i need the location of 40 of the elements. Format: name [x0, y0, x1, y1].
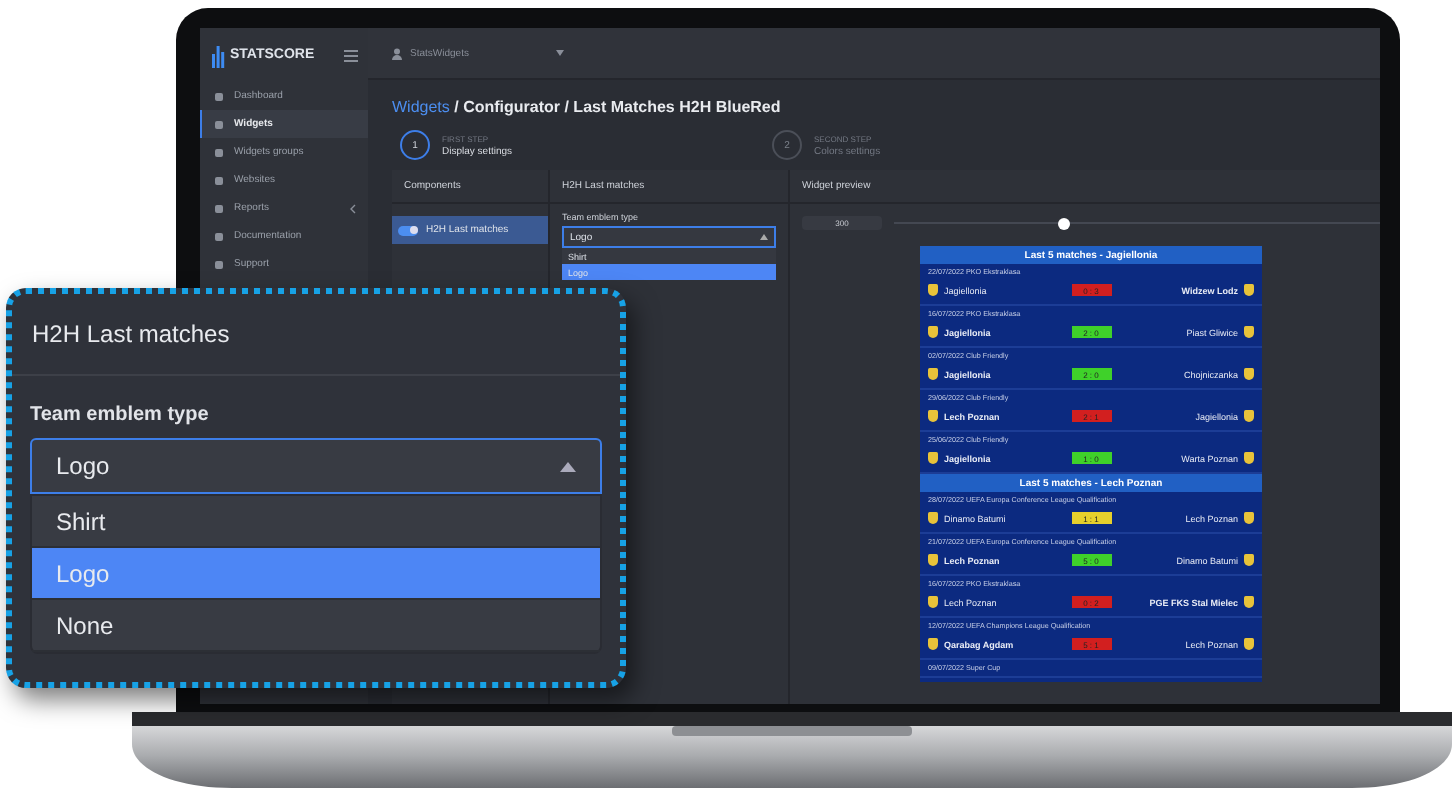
slider-thumb[interactable]: [1058, 217, 1071, 229]
select-field[interactable]: Logo: [30, 438, 602, 494]
crest-icon: [1244, 596, 1254, 608]
menu-item-icon: [214, 203, 224, 213]
crest-icon: [928, 512, 938, 524]
menu-icon[interactable]: [344, 49, 358, 61]
caret-icon: [760, 234, 768, 240]
crest-icon: [1244, 638, 1254, 650]
dropdown-option[interactable]: None: [32, 600, 600, 652]
user-icon: [392, 47, 402, 59]
breadcrumb-link[interactable]: Widgets: [392, 98, 450, 116]
crest-icon: [1244, 554, 1254, 566]
caret-icon: [556, 50, 565, 56]
logo-icon: [210, 43, 226, 67]
menu-item-icon: [214, 147, 224, 157]
crest-icon: [1244, 326, 1254, 338]
menu-item-icon: [214, 175, 224, 185]
crest-icon: [1244, 284, 1254, 296]
crest-icon: [1244, 452, 1254, 464]
callout-title: H2H Last matches: [12, 294, 620, 376]
crest-icon: [1244, 410, 1254, 422]
menu-item-icon: [214, 231, 224, 241]
crest-icon: [928, 596, 938, 608]
crest-icon: [928, 284, 938, 296]
menu-item-icon: [214, 119, 224, 129]
crest-icon: [928, 554, 938, 566]
crest-icon: [928, 326, 938, 338]
field-label: Team emblem type: [30, 404, 211, 426]
crest-icon: [1244, 512, 1254, 524]
crest-icon: [1244, 368, 1254, 380]
menu-item-icon: [214, 91, 224, 101]
breadcrumb: Widgets / Configurator / Last Matches H2H BlueRed: [392, 98, 783, 116]
crest-icon: [928, 638, 938, 650]
menu-item-icon: [214, 259, 224, 269]
toggle[interactable]: [398, 225, 418, 235]
caret-icon: [560, 461, 576, 471]
crest-icon: [928, 452, 938, 464]
crest-icon: [928, 368, 938, 380]
dropdown-option[interactable]: Logo: [32, 548, 600, 600]
crest-icon: [928, 410, 938, 422]
